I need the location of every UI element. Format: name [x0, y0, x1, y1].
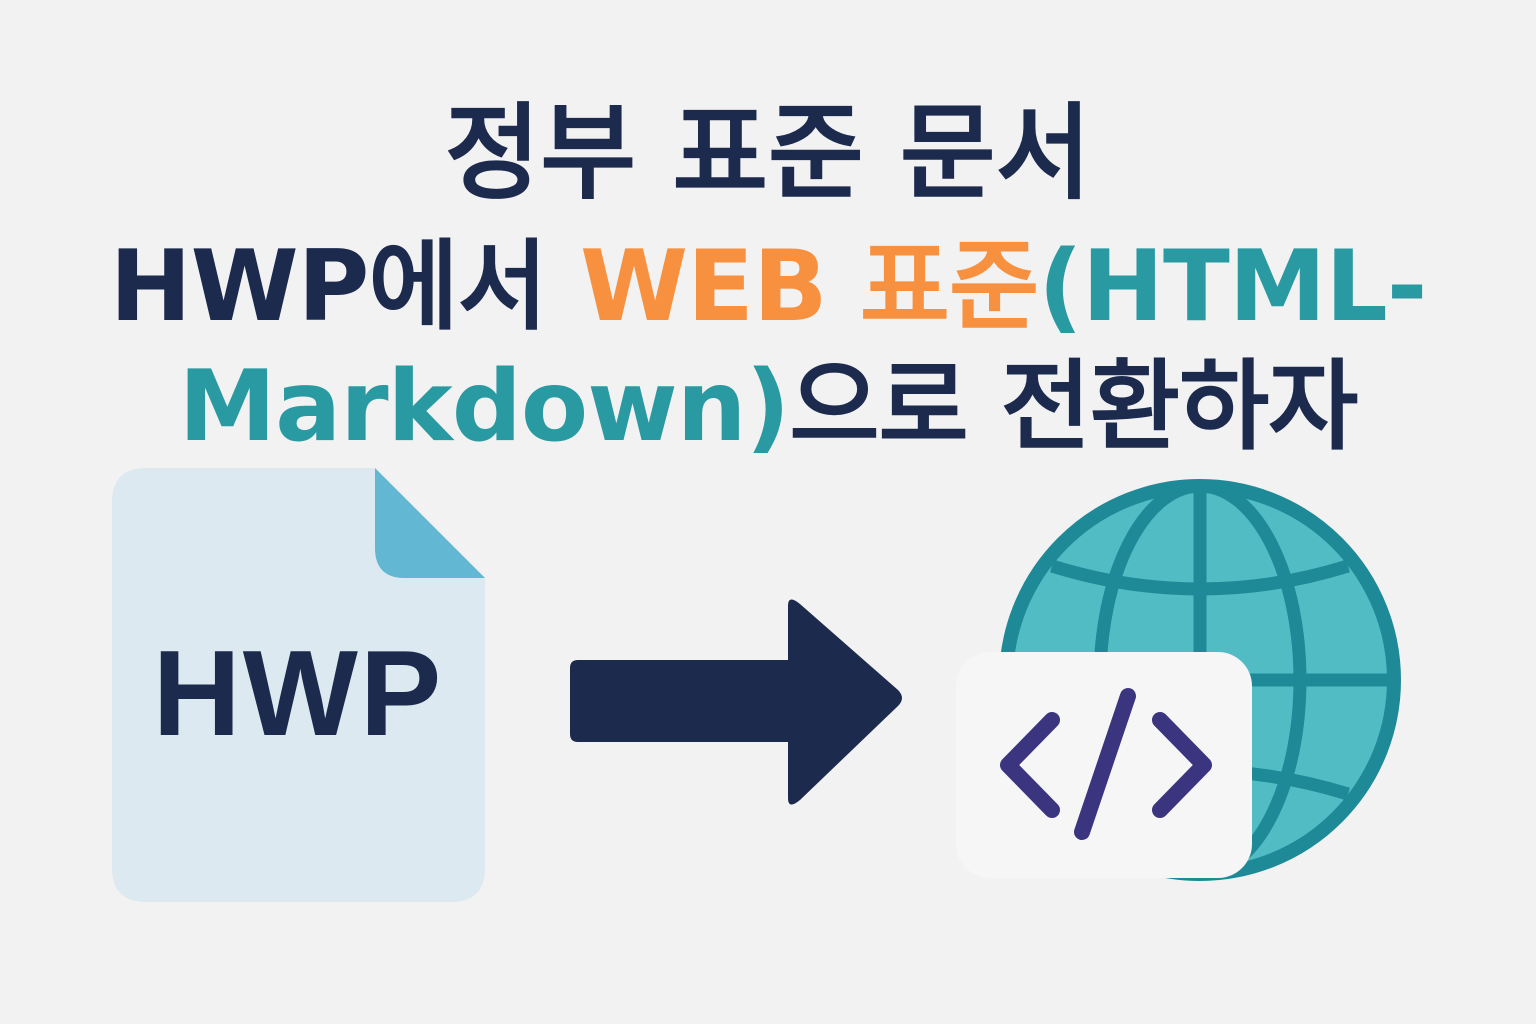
document-fold	[375, 468, 485, 578]
document-format-label: HWP	[152, 625, 444, 761]
code-icon	[956, 652, 1252, 878]
conversion-illustration	[112, 468, 1401, 902]
arrow-right-icon	[570, 599, 902, 805]
